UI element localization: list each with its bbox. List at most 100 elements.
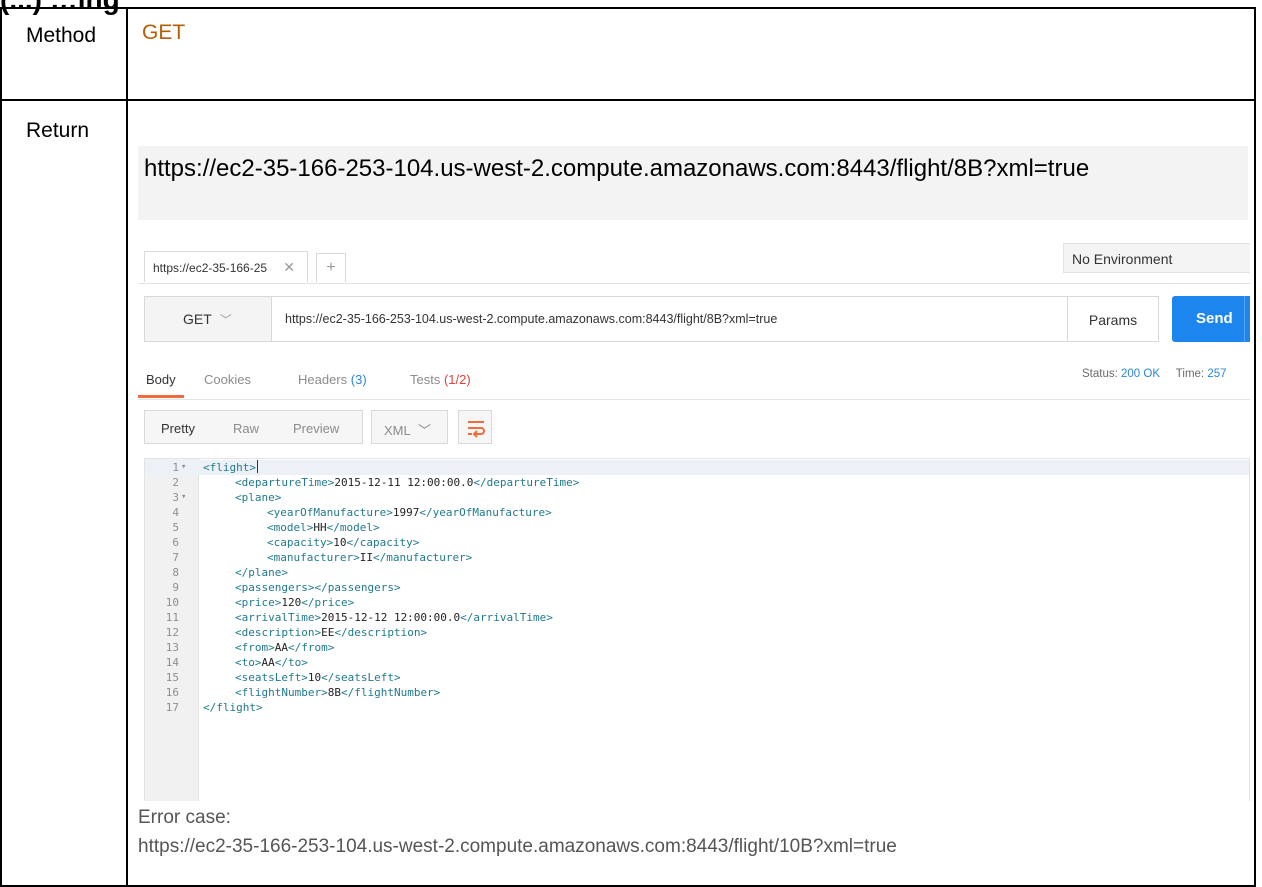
format-select[interactable]: XML ﹀ — [371, 410, 448, 444]
code-line: 4 <yearOfManufacture>1997</yearOfManufact… — [145, 505, 1249, 520]
status-value: 200 OK — [1121, 368, 1161, 380]
code-line: 8 </plane> — [145, 565, 1249, 580]
xml-open-tag: <flightNumber> — [235, 686, 328, 699]
code-line: 1 ▾ <flight> — [145, 460, 1249, 475]
tab-cookies-label: Cookies — [204, 372, 251, 387]
tab-tests-label: Tests — [410, 372, 441, 387]
code-line: 7 <manufacturer>II</manufacturer> — [145, 550, 1249, 565]
xml-value: II — [359, 551, 373, 564]
code-text: </plane> — [235, 565, 288, 580]
code-line: 11 <arrivalTime>2015-12-12 12:00:00.0</ar… — [145, 610, 1249, 625]
line-number: 14 — [165, 656, 179, 669]
response-view-toolbar: Pretty Raw Preview XML ﹀ — [144, 410, 1250, 444]
xml-close-tag: </departureTime> — [473, 476, 580, 489]
tab-cookies[interactable]: Cookies — [204, 372, 251, 387]
status-label: Status: — [1082, 368, 1118, 380]
line-number: 9 — [172, 581, 179, 594]
line-number: 2 — [172, 476, 179, 489]
xml-open-tag: <from> — [235, 641, 275, 654]
xml-close-tag: </manufacturer> — [372, 551, 473, 564]
xml-value: 2015-12-12 12:00:00.0 — [321, 611, 461, 624]
view-pretty-button[interactable]: Pretty — [161, 421, 195, 436]
fold-toggle-icon[interactable]: ▾ — [181, 460, 186, 475]
view-preview-button[interactable]: Preview — [293, 421, 339, 436]
chevron-down-icon: ﹀ — [417, 423, 431, 438]
xml-value: 8B — [327, 686, 341, 699]
url-input[interactable]: https://ec2-35-166-253-104.us-west-2.com… — [271, 296, 1068, 342]
code-text: <arrivalTime>2015-12-12 12:00:00.0</arri… — [235, 610, 553, 625]
xml-close-tag: </yearOfManufacture> — [419, 506, 552, 519]
code-text: </flight> — [203, 700, 263, 715]
code-text: <model>HH</model> — [267, 520, 380, 535]
code-line: 13 <from>AA</from> — [145, 640, 1249, 655]
method-select[interactable]: GET ﹀ — [144, 296, 272, 342]
response-tabs: Body Cookies Headers (3) Tests (1/2) Sta… — [138, 355, 1250, 400]
code-text: <yearOfManufacture>1997</yearOfManufactu… — [267, 505, 552, 520]
xml-open-tag: <arrivalTime> — [235, 611, 322, 624]
request-tab[interactable]: https://ec2-35-166-25 ✕ — [144, 251, 308, 282]
code-text: <from>AA</from> — [235, 640, 334, 655]
text-cursor — [256, 460, 258, 473]
request-url-bar: GET ﹀ https://ec2-35-166-253-104.us-west-… — [144, 296, 1250, 342]
xml-open-tag: <price> — [235, 596, 282, 609]
params-button[interactable]: Params — [1068, 296, 1159, 342]
xml-open-tag: <seatsLeft> — [235, 671, 308, 684]
view-mode-group: Pretty Raw Preview — [144, 410, 363, 444]
tab-body-label: Body — [146, 372, 176, 387]
time-value: 257 — [1207, 368, 1227, 380]
code-line: 3 ▾ <plane> — [145, 490, 1249, 505]
code-text: <passengers></passengers> — [235, 580, 401, 595]
xml-open-tag: <model> — [267, 521, 314, 534]
line-number: 17 — [165, 701, 179, 714]
send-button[interactable]: Send — [1172, 296, 1250, 342]
new-tab-button[interactable]: + — [316, 253, 346, 282]
code-line: 9 <passengers></passengers> — [145, 580, 1249, 595]
line-number: 10 — [165, 596, 179, 609]
active-tab-indicator — [138, 395, 184, 398]
line-number: 3 — [172, 491, 179, 504]
tab-body[interactable]: Body — [146, 372, 176, 387]
environment-select[interactable]: No Environment — [1063, 243, 1250, 273]
response-body-editor[interactable]: 1 ▾ <flight> 2 <departureTime>2015-12-11 12:… — [144, 458, 1250, 801]
xml-close-tag: </flightNumber> — [340, 686, 441, 699]
xml-close-tag: </to> — [274, 656, 308, 669]
tab-headers[interactable]: Headers (3) — [298, 372, 367, 387]
error-case-label: Error case: — [138, 807, 231, 828]
xml-open-tag: <flight> — [203, 461, 256, 474]
line-number: 7 — [172, 551, 179, 564]
tab-tests[interactable]: Tests (1/2) — [410, 372, 471, 387]
xml-value: 2015-12-11 12:00:00.0 — [334, 476, 474, 489]
close-icon[interactable]: ✕ — [283, 259, 295, 276]
xml-open-tag: <description> — [235, 626, 322, 639]
xml-open-tag: <departureTime> — [235, 476, 335, 489]
view-raw-button[interactable]: Raw — [233, 421, 259, 436]
code-line: 10 <price>120</price> — [145, 595, 1249, 610]
xml-open-tag: <yearOfManufacture> — [267, 506, 393, 519]
xml-value: EE — [321, 626, 335, 639]
code-text: <to>AA</to> — [235, 655, 308, 670]
line-number: 13 — [165, 641, 179, 654]
plus-icon: + — [326, 259, 336, 276]
column-divider — [126, 9, 128, 885]
line-number: 16 — [165, 686, 179, 699]
method-select-label: GET — [183, 311, 212, 327]
tab-headers-label: Headers — [298, 372, 348, 387]
code-line: 17 </flight> — [145, 700, 1249, 715]
code-text: <description>EE</description> — [235, 625, 427, 640]
xml-value: 10 — [333, 536, 347, 549]
code-line: 15 <seatsLeft>10</seatsLeft> — [145, 670, 1249, 685]
code-text: <plane> — [235, 490, 281, 505]
line-number: 6 — [172, 536, 179, 549]
xml-value: HH — [313, 521, 327, 534]
code-text: <flightNumber>8B</flightNumber> — [235, 685, 440, 700]
xml-open-tag: <plane> — [235, 491, 282, 504]
wrap-lines-button[interactable] — [458, 410, 492, 444]
headers-count: (3) — [350, 372, 367, 387]
xml-close-tag: </arrivalTime> — [460, 611, 553, 624]
code-text: <departureTime>2015-12-11 12:00:00.0</de… — [235, 475, 579, 490]
request-tab-title: https://ec2-35-166-25 — [153, 261, 268, 275]
code-text: <capacity>10</capacity> — [267, 535, 419, 550]
xml-value: 120 — [281, 596, 302, 609]
fold-toggle-icon[interactable]: ▾ — [181, 490, 186, 505]
code-text: <seatsLeft>10</seatsLeft> — [235, 670, 401, 685]
